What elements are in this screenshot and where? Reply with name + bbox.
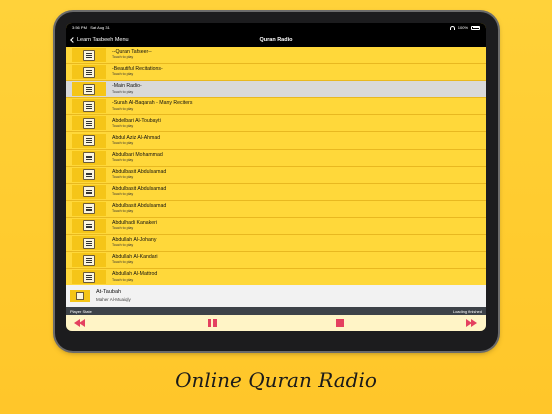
quran-book-icon [72, 65, 106, 80]
station-subtitle: Touch to play [112, 192, 134, 197]
quran-book-icon [72, 116, 106, 131]
list-item[interactable]: Abdulbari Mohammad Touch to play [66, 150, 486, 167]
status-time: 3:56 PM [72, 25, 87, 30]
station-subtitle: Touch to play [112, 89, 134, 94]
station-subtitle: Touch to play [112, 277, 134, 282]
quran-book-icon [72, 236, 106, 251]
player-panel: Player State Loading finished [66, 307, 486, 331]
stop-icon[interactable] [336, 319, 345, 327]
station-list: --Quran Tafseer-- Touch to play -Beautifu… [66, 47, 486, 287]
quran-book-icon [72, 150, 106, 165]
player-state-bar: Player State Loading finished [66, 307, 486, 315]
list-item[interactable]: Abdulbasit Abdulsamad Touch to play [66, 167, 486, 184]
navigation-bar: Learn Tasbeeh Menu Quran Radio [66, 32, 486, 47]
quran-book-icon [72, 184, 106, 199]
player-state-label: Player State [70, 308, 92, 314]
list-item[interactable]: -Beautiful Recitations- Touch to play [66, 64, 486, 82]
quran-book-icon [72, 270, 106, 285]
status-bar: 3:56 PM Sat Aug 31 100% [66, 23, 486, 32]
wifi-icon [449, 25, 455, 30]
station-subtitle: Touch to play [112, 157, 134, 162]
list-item[interactable]: Abdul Aziz Al-Ahmad Touch to play [66, 132, 486, 150]
now-playing-reciter: Maher Al-Muaiqly [96, 296, 131, 302]
list-item[interactable]: Abdulhadi Kanakeri Touch to play [66, 218, 486, 236]
back-button[interactable]: Learn Tasbeeh Menu [70, 36, 129, 43]
quran-book-icon [72, 82, 106, 97]
list-item[interactable]: Abdullah Al-Johany Touch to play [66, 235, 486, 253]
station-subtitle: Touch to play [112, 123, 134, 128]
list-item[interactable]: Abdulbasit Abdulsamad Touch to play [66, 184, 486, 201]
quran-book-icon [72, 99, 106, 114]
list-item[interactable]: Abdelbari Al-Toubayti Touch to play [66, 115, 486, 133]
fast-forward-icon[interactable] [464, 318, 478, 328]
promo-caption: Online Quran Radio [175, 368, 377, 392]
app-screen: 3:56 PM Sat Aug 31 100% Learn Tasbeeh Me… [66, 23, 486, 331]
station-subtitle: Touch to play [112, 72, 134, 77]
station-title: Abdullah Al-Mattrod [112, 271, 158, 278]
station-subtitle: Touch to play [112, 209, 134, 214]
pause-icon[interactable] [207, 319, 217, 327]
page-title: Quran Radio [259, 36, 293, 43]
list-item[interactable]: Abdullah Al-Kandari Touch to play [66, 252, 486, 270]
quran-book-icon [72, 133, 106, 148]
now-playing-bar[interactable]: At-Taubah Maher Al-Muaiqly [66, 285, 486, 307]
status-date: Sat Aug 31 [90, 25, 110, 30]
station-title: Abdelbari Al-Toubayti [112, 117, 161, 124]
quran-book-icon [72, 167, 106, 182]
station-subtitle: Touch to play [112, 226, 134, 231]
back-button-label: Learn Tasbeeh Menu [77, 36, 129, 43]
quran-book-icon [72, 218, 106, 233]
station-title: -Surah Al-Baqarah - Many Reciters [112, 100, 193, 107]
station-subtitle: Touch to play [112, 243, 134, 248]
player-controls [66, 315, 486, 331]
station-subtitle: Touch to play [112, 260, 134, 265]
quran-book-icon [70, 290, 90, 302]
now-playing-title: At-Taubah [96, 288, 122, 295]
list-item[interactable]: --Quran Tafseer-- Touch to play [66, 47, 486, 65]
quran-book-icon [72, 201, 106, 216]
quran-book-icon [72, 253, 106, 268]
chevron-left-icon [70, 36, 76, 43]
rewind-icon[interactable] [74, 318, 88, 328]
player-state-value: Loading finished [452, 308, 482, 314]
list-item[interactable]: Abdulbasit Abdulsamad Touch to play [66, 201, 486, 218]
station-subtitle: Touch to play [112, 106, 134, 111]
station-title: -Main Radio- [112, 83, 142, 90]
quran-book-icon [72, 48, 106, 63]
station-subtitle: Touch to play [112, 55, 134, 60]
list-item-selected[interactable]: -Main Radio- Touch to play [66, 81, 486, 99]
battery-icon [471, 25, 480, 30]
list-item[interactable]: -Surah Al-Baqarah - Many Reciters Touch t… [66, 98, 486, 116]
list-item[interactable]: Abdullah Al-Mattrod Touch to play [66, 269, 486, 287]
battery-percent: 100% [457, 25, 468, 30]
station-subtitle: Touch to play [112, 175, 134, 179]
station-subtitle: Touch to play [112, 140, 134, 145]
